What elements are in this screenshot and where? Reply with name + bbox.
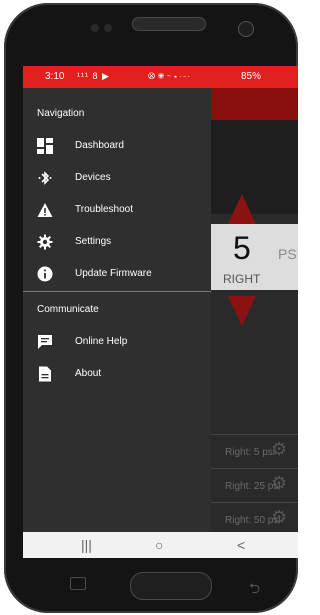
nav-item-label: About [75,368,102,379]
sensor-icon [91,24,99,32]
pressure-value: 5 [233,230,251,266]
tire-row[interactable]: Right: 5 psi ⚙ [211,434,298,463]
navigation-drawer: Navigation Dashboard Devices Troubleshoo… [23,88,211,532]
decrease-arrow-icon[interactable] [228,296,256,326]
physical-home-button[interactable] [130,572,212,600]
pressure-unit: PSI [278,246,298,262]
tire-side: RIGHT [223,272,261,286]
nav-item-update-firmware[interactable]: Update Firmware [23,260,211,288]
dashboard-icon [37,138,53,154]
screen: 3:10 ¹¹¹ 8 ▶ ⭙ ✺ ⌁ ⋆ ┅ 85% 5 PSI RIGHT R… [23,66,298,558]
status-time: 3:10 [45,71,65,82]
chat-icon [38,335,52,349]
back-button[interactable]: < [237,537,245,553]
nav-item-settings[interactable]: Settings [23,228,211,256]
warning-icon [37,203,53,217]
system-navigation-bar: ||| ○ < [23,532,298,558]
divider [23,291,211,292]
info-icon [37,266,53,282]
nav-item-label: Settings [75,236,112,247]
tire-row[interactable]: Right: 25 psi ⚙ [211,468,298,497]
app-header [211,88,298,120]
earpiece-speaker [132,17,206,31]
front-camera-icon [238,21,254,37]
document-icon [39,366,51,382]
status-right-icons: ⭙ ✺ ⌁ ⋆ ┅ [148,71,190,81]
nav-item-label: Online Help [75,336,128,347]
nav-item-label: Update Firmware [75,268,152,279]
phone-bottom: ⮌ [4,558,298,613]
section-header-communicate: Communicate [37,304,99,315]
recents-button[interactable]: ||| [81,537,92,553]
status-bar: 3:10 ¹¹¹ 8 ▶ ⭙ ✺ ⌁ ⋆ ┅ 85% [23,66,298,88]
phone-frame: 3:10 ¹¹¹ 8 ▶ ⭙ ✺ ⌁ ⋆ ┅ 85% 5 PSI RIGHT R… [4,3,298,613]
tire-label: Right: 5 psi [225,447,276,458]
home-button[interactable]: ○ [155,537,163,553]
sensor-icon [104,24,112,32]
phone-top [4,3,298,65]
nav-item-devices[interactable]: Devices [23,164,211,192]
section-header-navigation: Navigation [37,108,85,119]
nav-item-label: Dashboard [75,140,124,151]
nav-item-label: Devices [75,172,111,183]
recents-key-icon[interactable] [70,577,86,590]
increase-arrow-icon[interactable] [228,194,256,224]
gear-icon[interactable]: ⚙ [271,507,287,528]
tire-row[interactable]: Right: 50 psi ⚙ [211,502,298,531]
battery-level: 85% [241,71,262,82]
nav-item-about[interactable]: About [23,360,211,388]
gear-icon[interactable]: ⚙ [271,439,287,460]
gear-icon [37,234,53,250]
nav-item-troubleshoot[interactable]: Troubleshoot [23,196,211,224]
nav-item-dashboard[interactable]: Dashboard [23,132,211,160]
gear-icon[interactable]: ⚙ [271,473,287,494]
status-left-icons: ¹¹¹ 8 ▶ [77,71,110,81]
back-key-icon[interactable]: ⮌ [249,578,260,602]
bluetooth-icon [38,171,52,185]
nav-item-online-help[interactable]: Online Help [23,328,211,356]
nav-item-label: Troubleshoot [75,204,133,215]
